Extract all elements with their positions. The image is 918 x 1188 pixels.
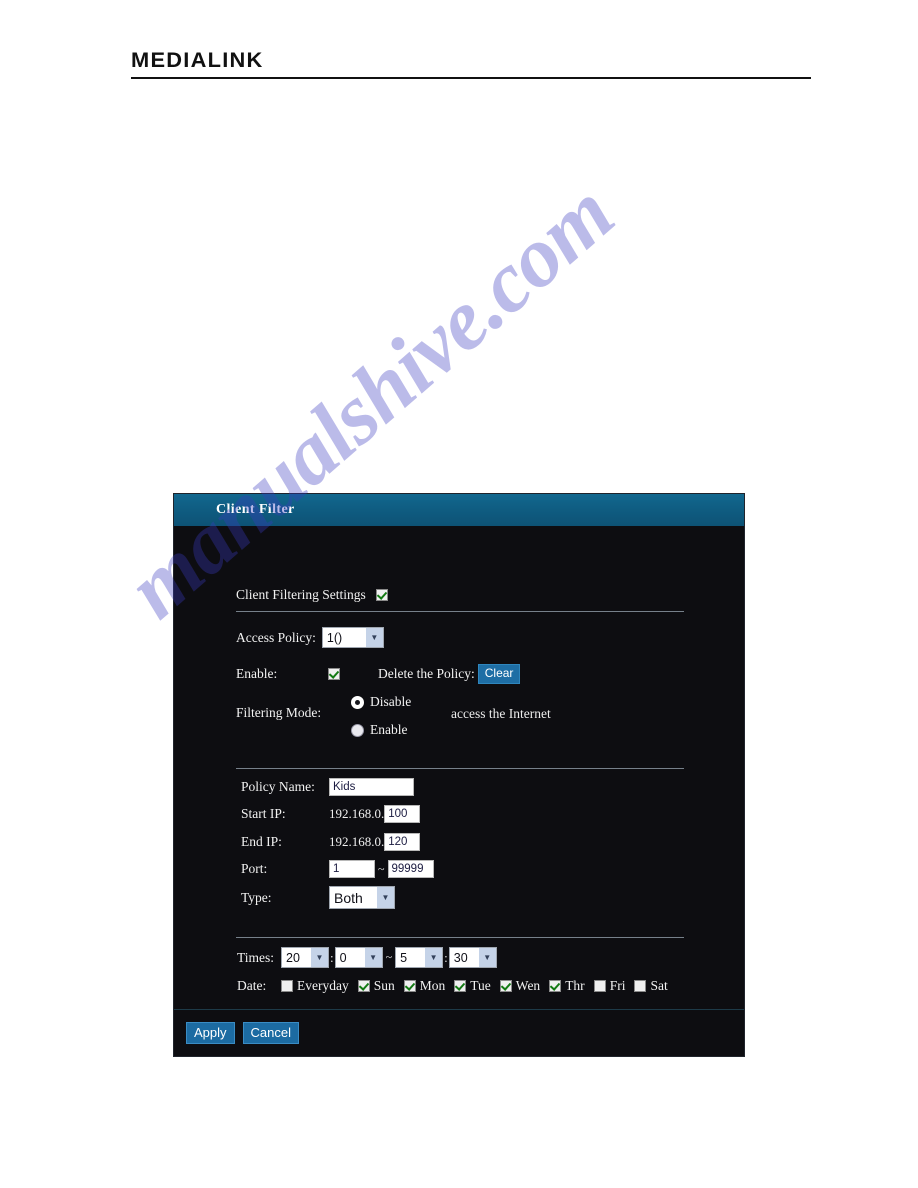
times-range-separator: ~ [385, 950, 393, 964]
end-ip-prefix: 192.168.0. [329, 834, 385, 849]
divider-top [236, 611, 684, 612]
times-end-minute-select[interactable]: 30 ▼ [448, 947, 497, 968]
type-value: Both [334, 889, 363, 906]
date-item-fri[interactable]: Fri [593, 978, 626, 994]
filtering-mode-disable-radio[interactable] [351, 695, 364, 709]
policy-name-label: Policy Name: [241, 779, 315, 794]
times-label: Times: [237, 949, 275, 965]
type-select[interactable]: Both ▼ [329, 886, 395, 909]
client-filter-panel: Client Filter Client Filtering Settings … [173, 493, 745, 1057]
date-row: Date: Everyday Sun Mon Tue Wen Thr Fri S… [237, 978, 677, 994]
date-item-tue[interactable]: Tue [454, 978, 491, 994]
enable-row: Enable: Delete the Policy: Clear [236, 664, 521, 684]
port-from-input[interactable]: 1 [329, 860, 375, 878]
filtering-mode-suffix-wrap: access the Internet [451, 706, 551, 722]
filtering-mode-enable-label: Enable [370, 722, 408, 737]
date-item-sun[interactable]: Sun [357, 978, 395, 994]
port-range-separator: ~ [378, 861, 385, 876]
date-item-sat[interactable]: Sat [634, 978, 668, 994]
start-ip-input[interactable]: 100 [384, 805, 421, 823]
panel-titlebar: Client Filter [174, 494, 744, 526]
enable-label: Enable: [236, 666, 278, 681]
enable-checkbox[interactable] [328, 668, 340, 680]
access-policy-value: 1() [326, 630, 343, 645]
date-label: Date: [237, 978, 267, 993]
cancel-button[interactable]: Cancel [242, 1022, 299, 1044]
port-to-input[interactable]: 99999 [387, 860, 434, 878]
date-item-thr[interactable]: Thr [549, 978, 585, 994]
times-start-hour-select[interactable]: 20 ▼ [281, 947, 329, 968]
date-checkbox-thr[interactable] [549, 980, 562, 992]
divider-bottom [236, 937, 684, 938]
filtering-mode-enable-radio[interactable] [351, 723, 364, 737]
times-end-hour-value: 5 [400, 950, 408, 965]
header-divider [131, 77, 811, 79]
panel-footer: Apply Cancel [174, 1010, 744, 1056]
date-label-fri: Fri [609, 978, 626, 993]
brand-logo: MEDIALINK [131, 49, 264, 72]
date-item-everyday[interactable]: Everyday [281, 978, 349, 994]
access-policy-row: Access Policy: 1() ▼ [236, 627, 384, 648]
times-row: Times: 20 ▼ : 0 ▼ ~ 5 ▼ : 30 ▼ [237, 947, 497, 968]
date-checkbox-mon[interactable] [403, 980, 416, 992]
access-the-internet-text: access the Internet [451, 706, 551, 721]
chevron-down-icon: ▼ [477, 948, 496, 967]
times-start-minute-select[interactable]: 0 ▼ [334, 947, 383, 968]
date-label-tue: Tue [470, 978, 491, 993]
date-label-everyday: Everyday [297, 978, 349, 993]
filtering-mode-enable-option[interactable]: Enable [351, 722, 407, 738]
start-ip-row: Start IP: 192.168.0. 100 [241, 805, 421, 823]
delete-policy-label: Delete the Policy: [378, 666, 475, 681]
date-checkbox-sat[interactable] [634, 980, 647, 992]
apply-button[interactable]: Apply [186, 1022, 235, 1044]
type-row: Type: Both ▼ [241, 886, 395, 909]
date-label-sun: Sun [373, 978, 395, 993]
port-label: Port: [241, 861, 268, 876]
panel-body: Client Filtering Settings Access Policy:… [174, 526, 744, 1010]
times-start-minute-value: 0 [339, 950, 347, 965]
end-ip-label: End IP: [241, 834, 282, 849]
client-filtering-settings-checkbox[interactable] [375, 589, 388, 601]
policy-name-input[interactable]: Kids [329, 778, 414, 796]
chevron-down-icon: ▼ [424, 948, 443, 967]
chevron-down-icon: ▼ [376, 887, 394, 908]
type-label: Type: [241, 889, 272, 905]
date-label-sat: Sat [650, 978, 668, 993]
times-start-hour-value: 20 [286, 950, 300, 965]
date-checkbox-everyday[interactable] [281, 980, 293, 992]
date-item-wen[interactable]: Wen [499, 978, 541, 994]
date-label-mon: Mon [419, 978, 446, 993]
divider-middle [236, 768, 684, 769]
filtering-mode-label: Filtering Mode: [236, 705, 322, 720]
client-filtering-settings-label: Client Filtering Settings [236, 587, 366, 602]
date-checkbox-fri[interactable] [593, 980, 606, 992]
chevron-down-icon: ▼ [363, 948, 382, 967]
port-row: Port: 1 ~ 99999 [241, 860, 434, 878]
end-ip-input[interactable]: 120 [384, 833, 421, 851]
start-ip-label: Start IP: [241, 806, 286, 821]
date-checkbox-tue[interactable] [454, 980, 467, 992]
chevron-down-icon: ▼ [364, 628, 383, 647]
access-policy-label: Access Policy: [236, 629, 316, 645]
date-label-thr: Thr [565, 978, 585, 993]
filtering-mode-disable-option[interactable]: Disable [351, 694, 411, 710]
policy-name-row: Policy Name: Kids [241, 778, 414, 796]
filtering-mode-disable-label: Disable [370, 694, 412, 709]
end-ip-row: End IP: 192.168.0. 120 [241, 833, 421, 851]
chevron-down-icon: ▼ [310, 948, 328, 967]
date-checkbox-sun[interactable] [357, 980, 370, 992]
clear-button[interactable]: Clear [477, 664, 521, 684]
client-filtering-settings-row: Client Filtering Settings [236, 587, 388, 603]
date-checkbox-wen[interactable] [499, 980, 512, 992]
page-header: MEDIALINK [131, 50, 811, 79]
start-ip-prefix: 192.168.0. [329, 806, 385, 821]
date-label-wen: Wen [515, 978, 541, 993]
times-end-hour-select[interactable]: 5 ▼ [395, 947, 444, 968]
filtering-mode-label-wrap: Filtering Mode: [236, 705, 321, 721]
panel-title: Client Filter [216, 502, 295, 517]
times-end-minute-value: 30 [453, 950, 468, 965]
access-policy-select[interactable]: 1() ▼ [321, 627, 384, 648]
date-item-mon[interactable]: Mon [403, 978, 446, 994]
